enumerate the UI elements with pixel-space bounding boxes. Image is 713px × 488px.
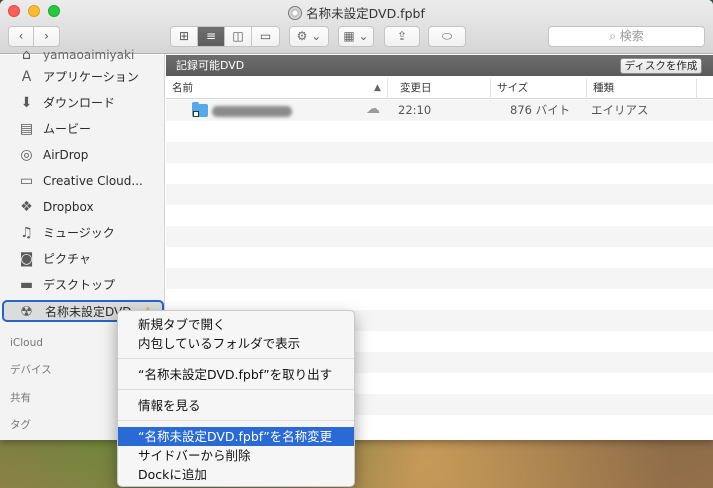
coverflow-view-button[interactable]: ▭ (252, 27, 279, 46)
empty-row (166, 205, 713, 226)
column-header-name[interactable]: 名前 (166, 78, 388, 99)
menu-separator (118, 389, 354, 390)
menu-item-rename[interactable]: “名称未設定DVD.fpbf”を名称変更 (118, 427, 354, 446)
list-view-button[interactable]: ≡ (198, 27, 225, 46)
column-header-modified[interactable]: 変更日 (394, 78, 491, 99)
music-icon: ♫ (20, 225, 33, 241)
sidebar-item-movies[interactable]: ▤ ムービー (0, 116, 165, 142)
file-kind: エイリアス (591, 103, 649, 117)
empty-row (166, 184, 713, 205)
file-modified: 22:10 (398, 103, 432, 117)
finder-window: 名称未設定DVD.fpbf ‹ › ⊞ ≡ ◫ ▭ ⚙ ⌄ ▦ ⌄ ⇪ ⬭ ⌕ … (0, 0, 713, 440)
empty-row (166, 163, 713, 184)
menu-item-eject[interactable]: “名称未設定DVD.fpbf”を取り出す (118, 365, 354, 384)
burn-button[interactable]: ディスクを作成 (620, 58, 702, 74)
menu-separator (118, 358, 354, 359)
cloud-icon: ☁ (366, 101, 380, 117)
sidebar-section-icloud[interactable]: iCloud (10, 335, 43, 351)
dropbox-icon: ❖ (20, 199, 33, 215)
empty-row (166, 142, 713, 163)
download-icon: ⬇ (20, 95, 33, 111)
view-mode-control: ⊞ ≡ ◫ ▭ (170, 26, 280, 47)
sidebar-section-devices[interactable]: デバイス (10, 362, 52, 378)
menu-item-open-new-tab[interactable]: 新規タブで開く (118, 315, 354, 334)
sidebar-item-desktop[interactable]: ▬ デスクトップ (0, 272, 165, 298)
sidebar-context-menu: 新規タブで開く 内包しているフォルダで表示 “名称未設定DVD.fpbf”を取り… (117, 310, 355, 487)
file-size: 876 バイト (510, 103, 571, 117)
applications-icon: A (21, 69, 32, 85)
menu-item-show-enclosing-folder[interactable]: 内包しているフォルダで表示 (118, 334, 354, 353)
folder-icon: ▭ (19, 173, 34, 189)
alias-folder-icon (192, 102, 208, 117)
arrange-menu-button[interactable]: ▦ ⌄ (338, 26, 374, 47)
icon-view-button[interactable]: ⊞ (171, 27, 198, 46)
empty-row (166, 268, 713, 289)
sidebar-item-creative-cloud[interactable]: ▭ Creative Cloud... (0, 168, 165, 194)
sort-ascending-icon: ▲ (374, 83, 381, 93)
disc-image-icon (288, 6, 303, 20)
sidebar-section-shared[interactable]: 共有 (10, 390, 31, 406)
column-view-button[interactable]: ◫ (225, 27, 252, 46)
empty-row (166, 121, 713, 142)
column-header-size[interactable]: サイズ (491, 78, 587, 99)
search-field[interactable]: ⌕ 検索 (548, 26, 705, 47)
search-icon: ⌕ (609, 29, 616, 43)
burn-disc-icon: ☢ (20, 304, 33, 320)
share-button[interactable]: ⇪ (384, 26, 420, 47)
home-icon: ⌂ (22, 47, 31, 63)
burn-folder-title: 記録可能DVD (176, 59, 245, 72)
sidebar-item-downloads[interactable]: ⬇ ダウンロード (0, 90, 165, 116)
sidebar-item-dropbox[interactable]: ❖ Dropbox (0, 194, 165, 220)
column-header-kind[interactable]: 種類 (587, 78, 697, 99)
column-headers: 名前 ▲ 変更日 サイズ 種類 (166, 78, 713, 99)
action-menu-button[interactable]: ⚙ ⌄ (289, 26, 329, 47)
sidebar-section-tags[interactable]: タグ (10, 417, 31, 433)
table-row[interactable]: ☁ 22:10 876 バイト エイリアス (166, 100, 713, 121)
menu-item-remove-from-sidebar[interactable]: サイドバーから削除 (118, 446, 354, 465)
film-icon: ▤ (19, 121, 34, 137)
airdrop-icon: ◎ (20, 147, 33, 163)
desktop-icon: ▬ (19, 277, 34, 293)
sidebar-item-pictures[interactable]: ◙ ピクチャ (0, 246, 165, 272)
camera-icon: ◙ (19, 251, 34, 267)
sidebar-item-applications[interactable]: A アプリケーション (0, 64, 165, 90)
menu-separator (118, 420, 354, 421)
empty-row (166, 247, 713, 268)
empty-row (166, 289, 713, 310)
menu-item-get-info[interactable]: 情報を見る (118, 396, 354, 415)
window-title: 名称未設定DVD.fpbf (0, 3, 713, 22)
sidebar-item-music[interactable]: ♫ ミュージック (0, 220, 165, 246)
menu-item-add-to-dock[interactable]: Dockに追加 (118, 465, 354, 484)
tags-button[interactable]: ⬭ (428, 26, 466, 47)
empty-row (166, 226, 713, 247)
redacted-file-name (212, 106, 292, 117)
sidebar-item-airdrop[interactable]: ◎ AirDrop (0, 142, 165, 168)
